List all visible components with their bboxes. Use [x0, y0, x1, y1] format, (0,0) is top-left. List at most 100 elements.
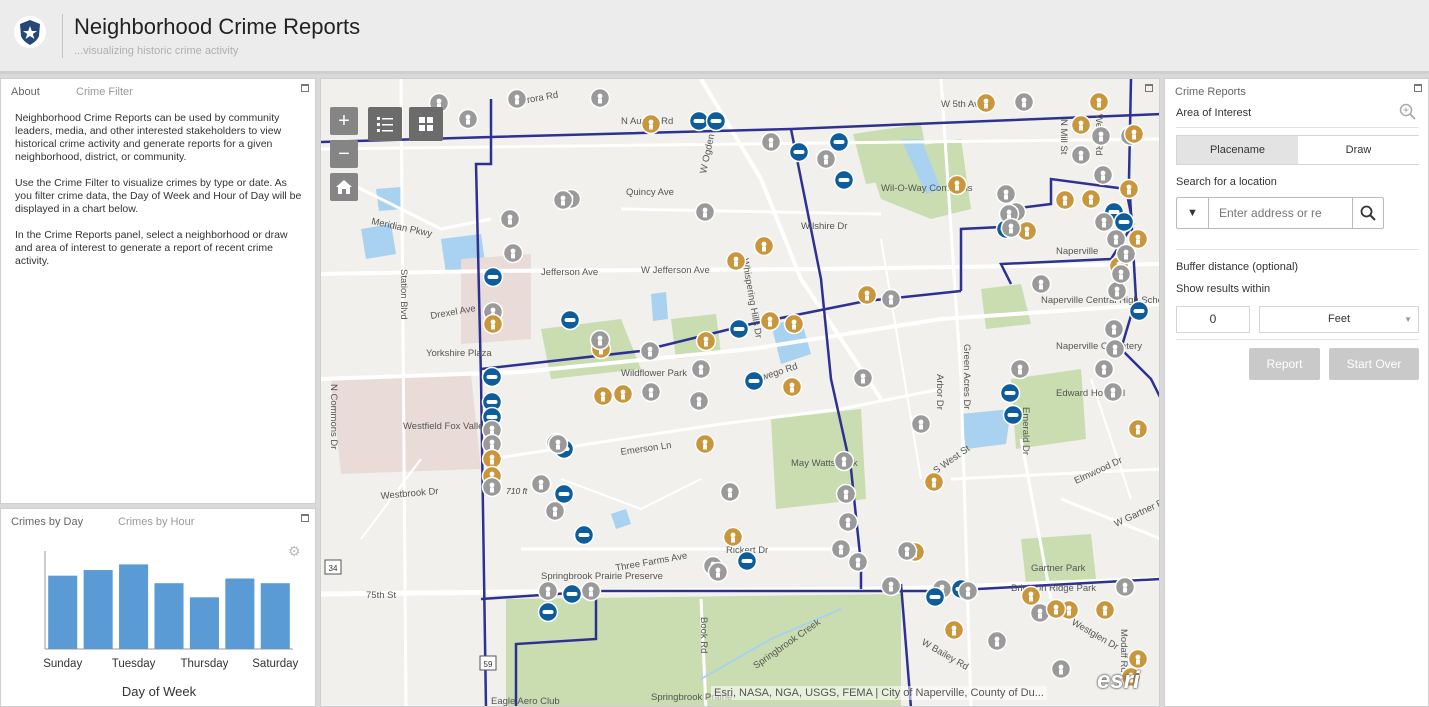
- zoom-to-icon[interactable]: [1399, 103, 1417, 121]
- crime-incident-icon[interactable]: [1093, 358, 1115, 380]
- tab-crimes-by-hour[interactable]: Crimes by Hour: [118, 516, 194, 528]
- crime-incident-icon[interactable]: [694, 433, 716, 455]
- crime-incident-icon[interactable]: [481, 476, 503, 498]
- basemap-gallery-button[interactable]: [409, 107, 443, 141]
- chart-bar[interactable]: [154, 583, 184, 649]
- crime-incident-icon[interactable]: [690, 358, 712, 380]
- home-button[interactable]: [330, 173, 358, 201]
- chart-bar[interactable]: [48, 575, 78, 649]
- basemap[interactable]: 34 59 Aurora RdN Aurora RdW Ogden AveW 5…: [321, 79, 1160, 707]
- crime-incident-icon[interactable]: [537, 580, 559, 602]
- crime-incident-icon[interactable]: [847, 551, 869, 573]
- crime-incident-icon[interactable]: [553, 483, 575, 505]
- crime-incident-icon[interactable]: [1128, 300, 1150, 322]
- crime-incident-icon[interactable]: [1104, 338, 1126, 360]
- crime-incident-icon[interactable]: [552, 189, 574, 211]
- crime-incident-icon[interactable]: [975, 92, 997, 114]
- crime-incident-icon[interactable]: [482, 266, 504, 288]
- crime-incident-icon[interactable]: [910, 413, 932, 435]
- crime-incident-icon[interactable]: [837, 511, 859, 533]
- crime-incident-icon[interactable]: [1030, 273, 1052, 295]
- crime-incident-icon[interactable]: [753, 235, 775, 257]
- search-button[interactable]: [1352, 198, 1383, 228]
- crime-incident-icon[interactable]: [760, 131, 782, 153]
- crime-incident-icon[interactable]: [783, 313, 805, 335]
- crime-incident-icon[interactable]: [688, 390, 710, 412]
- crime-incident-icon[interactable]: [1110, 263, 1132, 285]
- maximize-icon[interactable]: [301, 84, 309, 92]
- crime-incident-icon[interactable]: [481, 366, 503, 388]
- crime-incident-icon[interactable]: [589, 329, 611, 351]
- crime-incident-icon[interactable]: [694, 201, 716, 223]
- crime-incident-icon[interactable]: [986, 630, 1008, 652]
- crime-incident-icon[interactable]: [561, 583, 583, 605]
- crime-incident-icon[interactable]: [592, 385, 614, 407]
- crime-incident-icon[interactable]: [1013, 91, 1035, 113]
- crime-incident-icon[interactable]: [1070, 114, 1092, 136]
- crime-incident-icon[interactable]: [830, 538, 852, 560]
- crime-incident-icon[interactable]: [482, 313, 504, 335]
- crime-incident-icon[interactable]: [856, 284, 878, 306]
- buffer-distance-input[interactable]: 0: [1176, 306, 1250, 333]
- tab-about[interactable]: About: [11, 86, 40, 98]
- draw-tab[interactable]: Draw: [1298, 136, 1419, 164]
- crime-incident-icon[interactable]: [707, 561, 729, 583]
- crime-incident-icon[interactable]: [1113, 211, 1135, 233]
- crime-incident-icon[interactable]: [759, 310, 781, 332]
- crime-incident-icon[interactable]: [833, 450, 855, 472]
- crime-incident-icon[interactable]: [1093, 211, 1115, 233]
- units-select[interactable]: Feet ▼: [1259, 306, 1419, 333]
- crime-incident-icon[interactable]: [559, 309, 581, 331]
- crime-incident-icon[interactable]: [781, 376, 803, 398]
- maximize-icon[interactable]: [301, 514, 309, 522]
- crime-map[interactable]: 34 59 Aurora RdN Aurora RdW Ogden AveW 5…: [320, 78, 1160, 707]
- tab-crimes-by-day[interactable]: Crimes by Day: [11, 516, 83, 528]
- chart-bar[interactable]: [225, 578, 255, 650]
- crime-incident-icon[interactable]: [639, 340, 661, 362]
- chart-bar[interactable]: [119, 564, 149, 649]
- crime-incident-icon[interactable]: [1106, 280, 1128, 302]
- crime-incident-icon[interactable]: [1090, 125, 1112, 147]
- crime-incident-icon[interactable]: [1094, 599, 1116, 621]
- maximize-icon[interactable]: [1414, 84, 1422, 92]
- crime-incident-icon[interactable]: [880, 288, 902, 310]
- placename-tab[interactable]: Placename: [1177, 136, 1298, 164]
- crime-incident-icon[interactable]: [957, 580, 979, 602]
- crime-incident-icon[interactable]: [835, 483, 857, 505]
- crime-incident-icon[interactable]: [589, 87, 611, 109]
- crime-incident-icon[interactable]: [1045, 598, 1067, 620]
- crime-incident-icon[interactable]: [880, 575, 902, 597]
- crime-incident-icon[interactable]: [1092, 164, 1114, 186]
- crime-incident-icon[interactable]: [640, 113, 662, 135]
- crime-incident-icon[interactable]: [815, 148, 837, 170]
- crime-incident-icon[interactable]: [1054, 189, 1076, 211]
- layer-list-button[interactable]: [368, 107, 402, 141]
- crime-incident-icon[interactable]: [705, 110, 727, 132]
- crime-incident-icon[interactable]: [722, 526, 744, 548]
- report-button[interactable]: Report: [1249, 348, 1320, 380]
- crime-incident-icon[interactable]: [828, 131, 850, 153]
- start-over-button[interactable]: Start Over: [1329, 348, 1419, 380]
- crime-incident-icon[interactable]: [544, 500, 566, 522]
- chart-bar[interactable]: [189, 597, 219, 649]
- crime-incident-icon[interactable]: [640, 381, 662, 403]
- crime-incident-icon[interactable]: [1118, 178, 1140, 200]
- crime-incident-icon[interactable]: [728, 318, 750, 340]
- crime-incident-icon[interactable]: [1115, 243, 1137, 265]
- crime-incident-icon[interactable]: [499, 208, 521, 230]
- crime-incident-icon[interactable]: [1050, 658, 1072, 680]
- crime-incident-icon[interactable]: [943, 619, 965, 641]
- crime-incident-icon[interactable]: [946, 174, 968, 196]
- crime-incident-icon[interactable]: [573, 524, 595, 546]
- crime-incident-icon[interactable]: [736, 550, 758, 572]
- crime-incident-icon[interactable]: [788, 141, 810, 163]
- crime-incident-icon[interactable]: [833, 169, 855, 191]
- zoom-in-button[interactable]: +: [330, 107, 358, 135]
- crime-incident-icon[interactable]: [1088, 91, 1110, 113]
- crime-incident-icon[interactable]: [530, 473, 552, 495]
- crime-incident-icon[interactable]: [1127, 648, 1149, 670]
- crime-incident-icon[interactable]: [924, 586, 946, 608]
- search-input[interactable]: [1209, 198, 1352, 228]
- crime-incident-icon[interactable]: [1114, 576, 1136, 598]
- crime-incident-icon[interactable]: [506, 88, 528, 110]
